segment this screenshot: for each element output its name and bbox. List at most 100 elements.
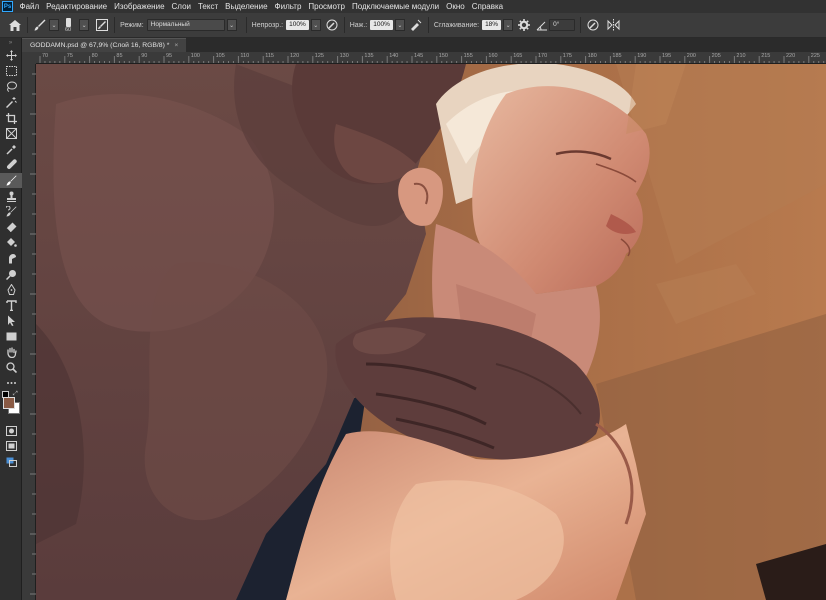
vertical-ruler[interactable] — [22, 64, 36, 600]
menu-type[interactable]: Текст — [194, 2, 221, 11]
smoothing-input[interactable]: 18% — [482, 20, 502, 30]
ruler-tick-label: 85 — [116, 53, 123, 59]
ruler-tick-label: 165 — [513, 53, 523, 59]
ruler-tick-label: 140 — [389, 53, 399, 59]
type-icon[interactable] — [0, 298, 22, 314]
pressure-control: Наж.: 100% ⌄ — [350, 19, 405, 31]
ruler-tick-label: 225 — [810, 53, 820, 59]
separator — [427, 17, 429, 33]
menu-bar: Ps Файл Редактирование Изображение Слои … — [0, 0, 826, 13]
screen-mode-icon[interactable] — [0, 439, 22, 455]
home-icon[interactable] — [8, 18, 22, 32]
frame-icon[interactable] — [0, 126, 22, 142]
close-tab-icon[interactable]: × — [174, 42, 178, 49]
separator — [580, 17, 582, 33]
photoshop-logo[interactable]: Ps — [2, 1, 13, 12]
separator — [245, 17, 247, 33]
hand-icon[interactable] — [0, 344, 22, 360]
ruler-tick-label: 185 — [612, 53, 622, 59]
opacity-control: Непрозр.: 100% ⌄ — [252, 19, 321, 31]
menu-layers[interactable]: Слои — [168, 2, 194, 11]
brush-settings-icon[interactable] — [95, 18, 109, 32]
menu-help[interactable]: Справка — [468, 2, 506, 11]
ruler-tick-label: 95 — [166, 53, 173, 59]
ruler-tick-label: 135 — [364, 53, 374, 59]
mode-dropdown[interactable]: ⌄ — [226, 19, 237, 31]
healing-brush-icon[interactable] — [0, 157, 22, 173]
ruler-tick-label: 120 — [290, 53, 300, 59]
pressure-input[interactable]: 100% — [370, 20, 393, 30]
more-tools-icon[interactable] — [0, 375, 22, 391]
menu-window[interactable]: Окно — [443, 2, 469, 11]
smoothing-label: Сглаживание: — [433, 21, 480, 29]
clone-stamp-icon[interactable] — [0, 188, 22, 204]
lasso-icon[interactable] — [0, 79, 22, 95]
ruler-tick-label: 115 — [265, 53, 274, 59]
ruler-tick-label: 175 — [562, 53, 572, 59]
pressure-opacity-icon[interactable] — [325, 18, 339, 32]
marquee-icon[interactable] — [0, 64, 22, 80]
history-brush-icon[interactable] — [0, 204, 22, 220]
tools-panel: » ⤢ — [0, 38, 22, 600]
menu-edit[interactable]: Редактирование — [43, 2, 111, 11]
ruler-tick-label: 125 — [314, 53, 324, 59]
airbrush-icon[interactable] — [409, 18, 423, 32]
foreground-color-swatch[interactable] — [3, 397, 15, 410]
zoom-icon[interactable] — [0, 360, 22, 376]
ruler-tick-label: 205 — [711, 53, 721, 59]
smoothing-settings-gear-icon[interactable] — [517, 18, 531, 32]
ruler-ticks — [39, 56, 825, 63]
smudge-icon[interactable] — [0, 251, 22, 267]
symmetry-icon[interactable] — [606, 18, 620, 32]
eraser-icon[interactable] — [0, 220, 22, 236]
canvas[interactable] — [36, 64, 826, 600]
magic-wand-icon[interactable] — [0, 95, 22, 111]
opacity-input[interactable]: 100% — [286, 20, 309, 30]
ruler-tick-label: 160 — [488, 53, 498, 59]
ruler-tick-label: 170 — [538, 53, 548, 59]
quick-mask-icon[interactable] — [0, 423, 22, 439]
menu-filter[interactable]: Фильтр — [271, 2, 305, 11]
brush-size-value: 60 — [65, 26, 72, 33]
brush-size-dropdown[interactable]: ⌄ — [79, 19, 90, 31]
mode-label: Режим: — [120, 21, 144, 29]
horizontal-ruler[interactable]: 70 75 80 85 90 95 100 105 110 115 120 125 130 135 140 1… — [36, 52, 826, 64]
ruler-tick-label: 150 — [438, 53, 448, 59]
paint-bucket-icon[interactable] — [0, 235, 22, 251]
opacity-dropdown[interactable]: ⌄ — [310, 19, 321, 31]
move-icon[interactable] — [0, 48, 22, 64]
pressure-dropdown[interactable]: ⌄ — [394, 19, 405, 31]
brush-size-preview[interactable]: 60 — [65, 17, 72, 33]
menu-view[interactable]: Просмотр — [305, 2, 349, 11]
angle-input[interactable]: 0° — [549, 19, 576, 31]
painting-artwork — [36, 64, 826, 600]
document-tab[interactable]: GODDAMN.psd @ 67,9% (Слой 16, RGB/8) * × — [22, 38, 187, 52]
menu-select[interactable]: Выделение — [222, 2, 271, 11]
mode-control: Режим: Нормальный ⌄ — [120, 19, 237, 31]
pen-icon[interactable] — [0, 282, 22, 298]
path-selection-icon[interactable] — [0, 313, 22, 329]
ruler-origin[interactable] — [22, 52, 36, 64]
ruler-tick-label: 70 — [42, 53, 49, 59]
mode-select[interactable]: Нормальный — [146, 19, 225, 31]
brush-preset-icon[interactable] — [33, 18, 47, 32]
dodge-icon[interactable] — [0, 266, 22, 282]
pressure-size-icon[interactable] — [586, 18, 600, 32]
menu-image[interactable]: Изображение — [111, 2, 168, 11]
pressure-label: Наж.: — [349, 21, 368, 29]
menu-file[interactable]: Файл — [16, 2, 43, 11]
smoothing-control: Сглаживание: 18% ⌄ — [433, 19, 514, 31]
color-swatches: ⤢ — [0, 391, 22, 417]
ruler-tick-label: 200 — [686, 53, 696, 59]
crop-icon[interactable] — [0, 110, 22, 126]
collapse-panel-icon[interactable]: » — [0, 38, 21, 48]
ruler-tick-label: 155 — [463, 53, 473, 59]
rectangle-icon[interactable] — [0, 329, 22, 345]
brush-icon[interactable] — [0, 172, 22, 189]
eyedropper-icon[interactable] — [0, 142, 22, 158]
ruler-tick-label: 105 — [215, 53, 225, 59]
menu-plugins[interactable]: Подключаемые модули — [348, 2, 442, 11]
smoothing-dropdown[interactable]: ⌄ — [503, 19, 514, 31]
brush-preset-dropdown[interactable]: ⌄ — [49, 19, 59, 31]
artboard-icon[interactable] — [0, 454, 22, 470]
